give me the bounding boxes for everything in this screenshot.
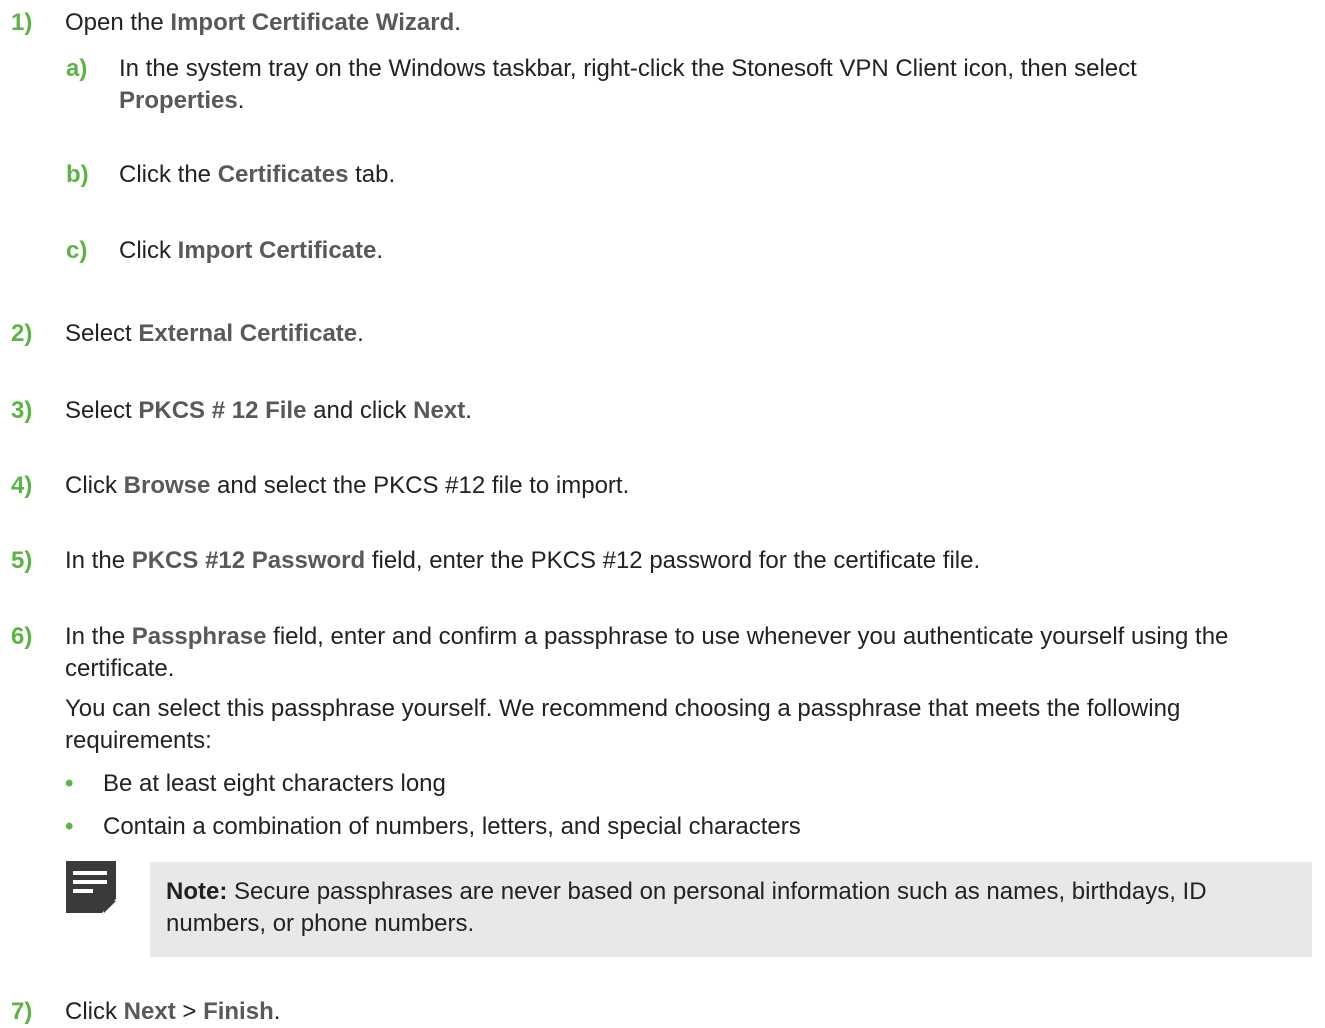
ui-term: Import Certificate [177, 237, 377, 264]
step-number: 2) [11, 320, 33, 347]
ui-term: PKCS #12 Password [131, 547, 366, 574]
ui-term: Finish [203, 998, 274, 1025]
ui-term: External Certificate [138, 320, 358, 347]
step-number: 4) [11, 472, 33, 499]
bullet-text: Be at least eight characters long [103, 770, 446, 797]
step-text: In the Passphrase field, enter and confi… [65, 623, 1229, 682]
step-number: 7) [11, 998, 33, 1025]
step-number: 5) [11, 547, 33, 574]
note-box: Note: Secure passphrases are never based… [150, 862, 1312, 957]
ui-term: Browse [123, 472, 211, 499]
ui-term: Certificates [217, 161, 349, 188]
detail-text: You can select this passphrase yourself.… [65, 695, 1181, 754]
ui-term: Passphrase [131, 623, 267, 650]
note-text: Note: Secure passphrases are never based… [166, 878, 1207, 937]
step-text: Click Next > Finish. [65, 998, 281, 1025]
note-label: Note: [166, 878, 228, 905]
bullet-text: Contain a combination of numbers, letter… [103, 813, 801, 840]
ui-term: Next [413, 397, 466, 424]
step-number: 1) [11, 9, 33, 36]
ui-term: PKCS # 12 File [138, 397, 307, 424]
substep-text: In the system tray on the Windows taskba… [119, 55, 1137, 114]
step-number: 3) [11, 397, 33, 424]
step-text: In the PKCS #12 Password field, enter th… [65, 547, 981, 574]
substep-number: a) [66, 55, 88, 82]
substep-number: b) [66, 161, 89, 188]
substep-text: Click the Certificates tab. [119, 161, 396, 188]
substep-text: Click Import Certificate. [119, 237, 384, 264]
bullet-mark: • [65, 770, 74, 797]
substep-number: c) [66, 237, 88, 264]
note-icon [66, 861, 116, 913]
ui-term: Properties [119, 87, 238, 114]
ui-term: Import Certificate Wizard [170, 9, 455, 36]
step-text: Click Browse and select the PKCS #12 fil… [65, 472, 630, 499]
ui-term: Next [123, 998, 176, 1025]
bullet-mark: • [65, 813, 74, 840]
step-number: 6) [11, 623, 33, 650]
step-text: Open the Import Certificate Wizard. [65, 9, 461, 36]
step-text: Select PKCS # 12 File and click Next. [65, 397, 472, 424]
step-text: Select External Certificate. [65, 320, 364, 347]
